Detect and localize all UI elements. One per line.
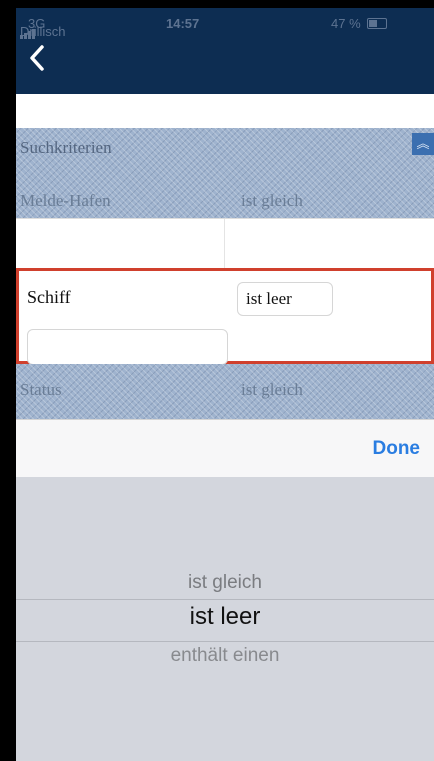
picker-option[interactable]: enthält einen bbox=[16, 645, 434, 667]
battery-indicator: 47 % bbox=[331, 16, 388, 31]
double-chevron-up-icon[interactable]: ︽ bbox=[412, 133, 434, 155]
picker-option[interactable]: ist gleich bbox=[16, 572, 434, 594]
phone-screen: Drillisch 3G 14:57 47 % Suchkriterien ︽ … bbox=[16, 8, 434, 761]
status-criterion-row: Status ist gleich bbox=[16, 364, 434, 419]
picker-option-selected[interactable]: ist leer bbox=[16, 603, 434, 631]
schiff-value-input[interactable] bbox=[27, 329, 228, 365]
melde-hafen-operator[interactable]: ist gleich bbox=[241, 191, 303, 211]
criteria-title: Suchkriterien bbox=[20, 138, 112, 157]
selection-line-top bbox=[16, 599, 434, 600]
melde-hafen-value-row[interactable] bbox=[16, 218, 434, 270]
battery-percent: 47 % bbox=[331, 16, 361, 31]
clock: 14:57 bbox=[166, 16, 200, 31]
row-divider bbox=[224, 219, 225, 269]
search-criteria-panel: Suchkriterien ︽ Melde-Hafen ist gleich bbox=[16, 128, 434, 218]
signal-indicator: Drillisch 3G bbox=[20, 16, 66, 39]
picker-toolbar: Done bbox=[16, 419, 434, 478]
navigation-bar: Drillisch 3G 14:57 47 % bbox=[16, 8, 434, 94]
carrier-name: Drillisch bbox=[20, 24, 66, 39]
operator-picker-wheel[interactable]: ist gleich ist leer enthält einen bbox=[16, 477, 434, 761]
status-label: Status bbox=[20, 380, 62, 399]
chevron-left-icon[interactable] bbox=[26, 42, 62, 78]
melde-hafen-label: Melde-Hafen bbox=[20, 191, 111, 210]
selection-line-bottom bbox=[16, 641, 434, 642]
schiff-label: Schiff bbox=[27, 287, 71, 307]
schiff-operator-select[interactable]: ist leer bbox=[237, 282, 333, 316]
done-button[interactable]: Done bbox=[373, 438, 421, 460]
status-bar: Drillisch 3G 14:57 47 % bbox=[16, 8, 434, 39]
schiff-criterion-highlighted: Schiff ist leer bbox=[16, 268, 434, 365]
status-operator[interactable]: ist gleich bbox=[241, 380, 303, 400]
battery-icon bbox=[367, 18, 388, 30]
